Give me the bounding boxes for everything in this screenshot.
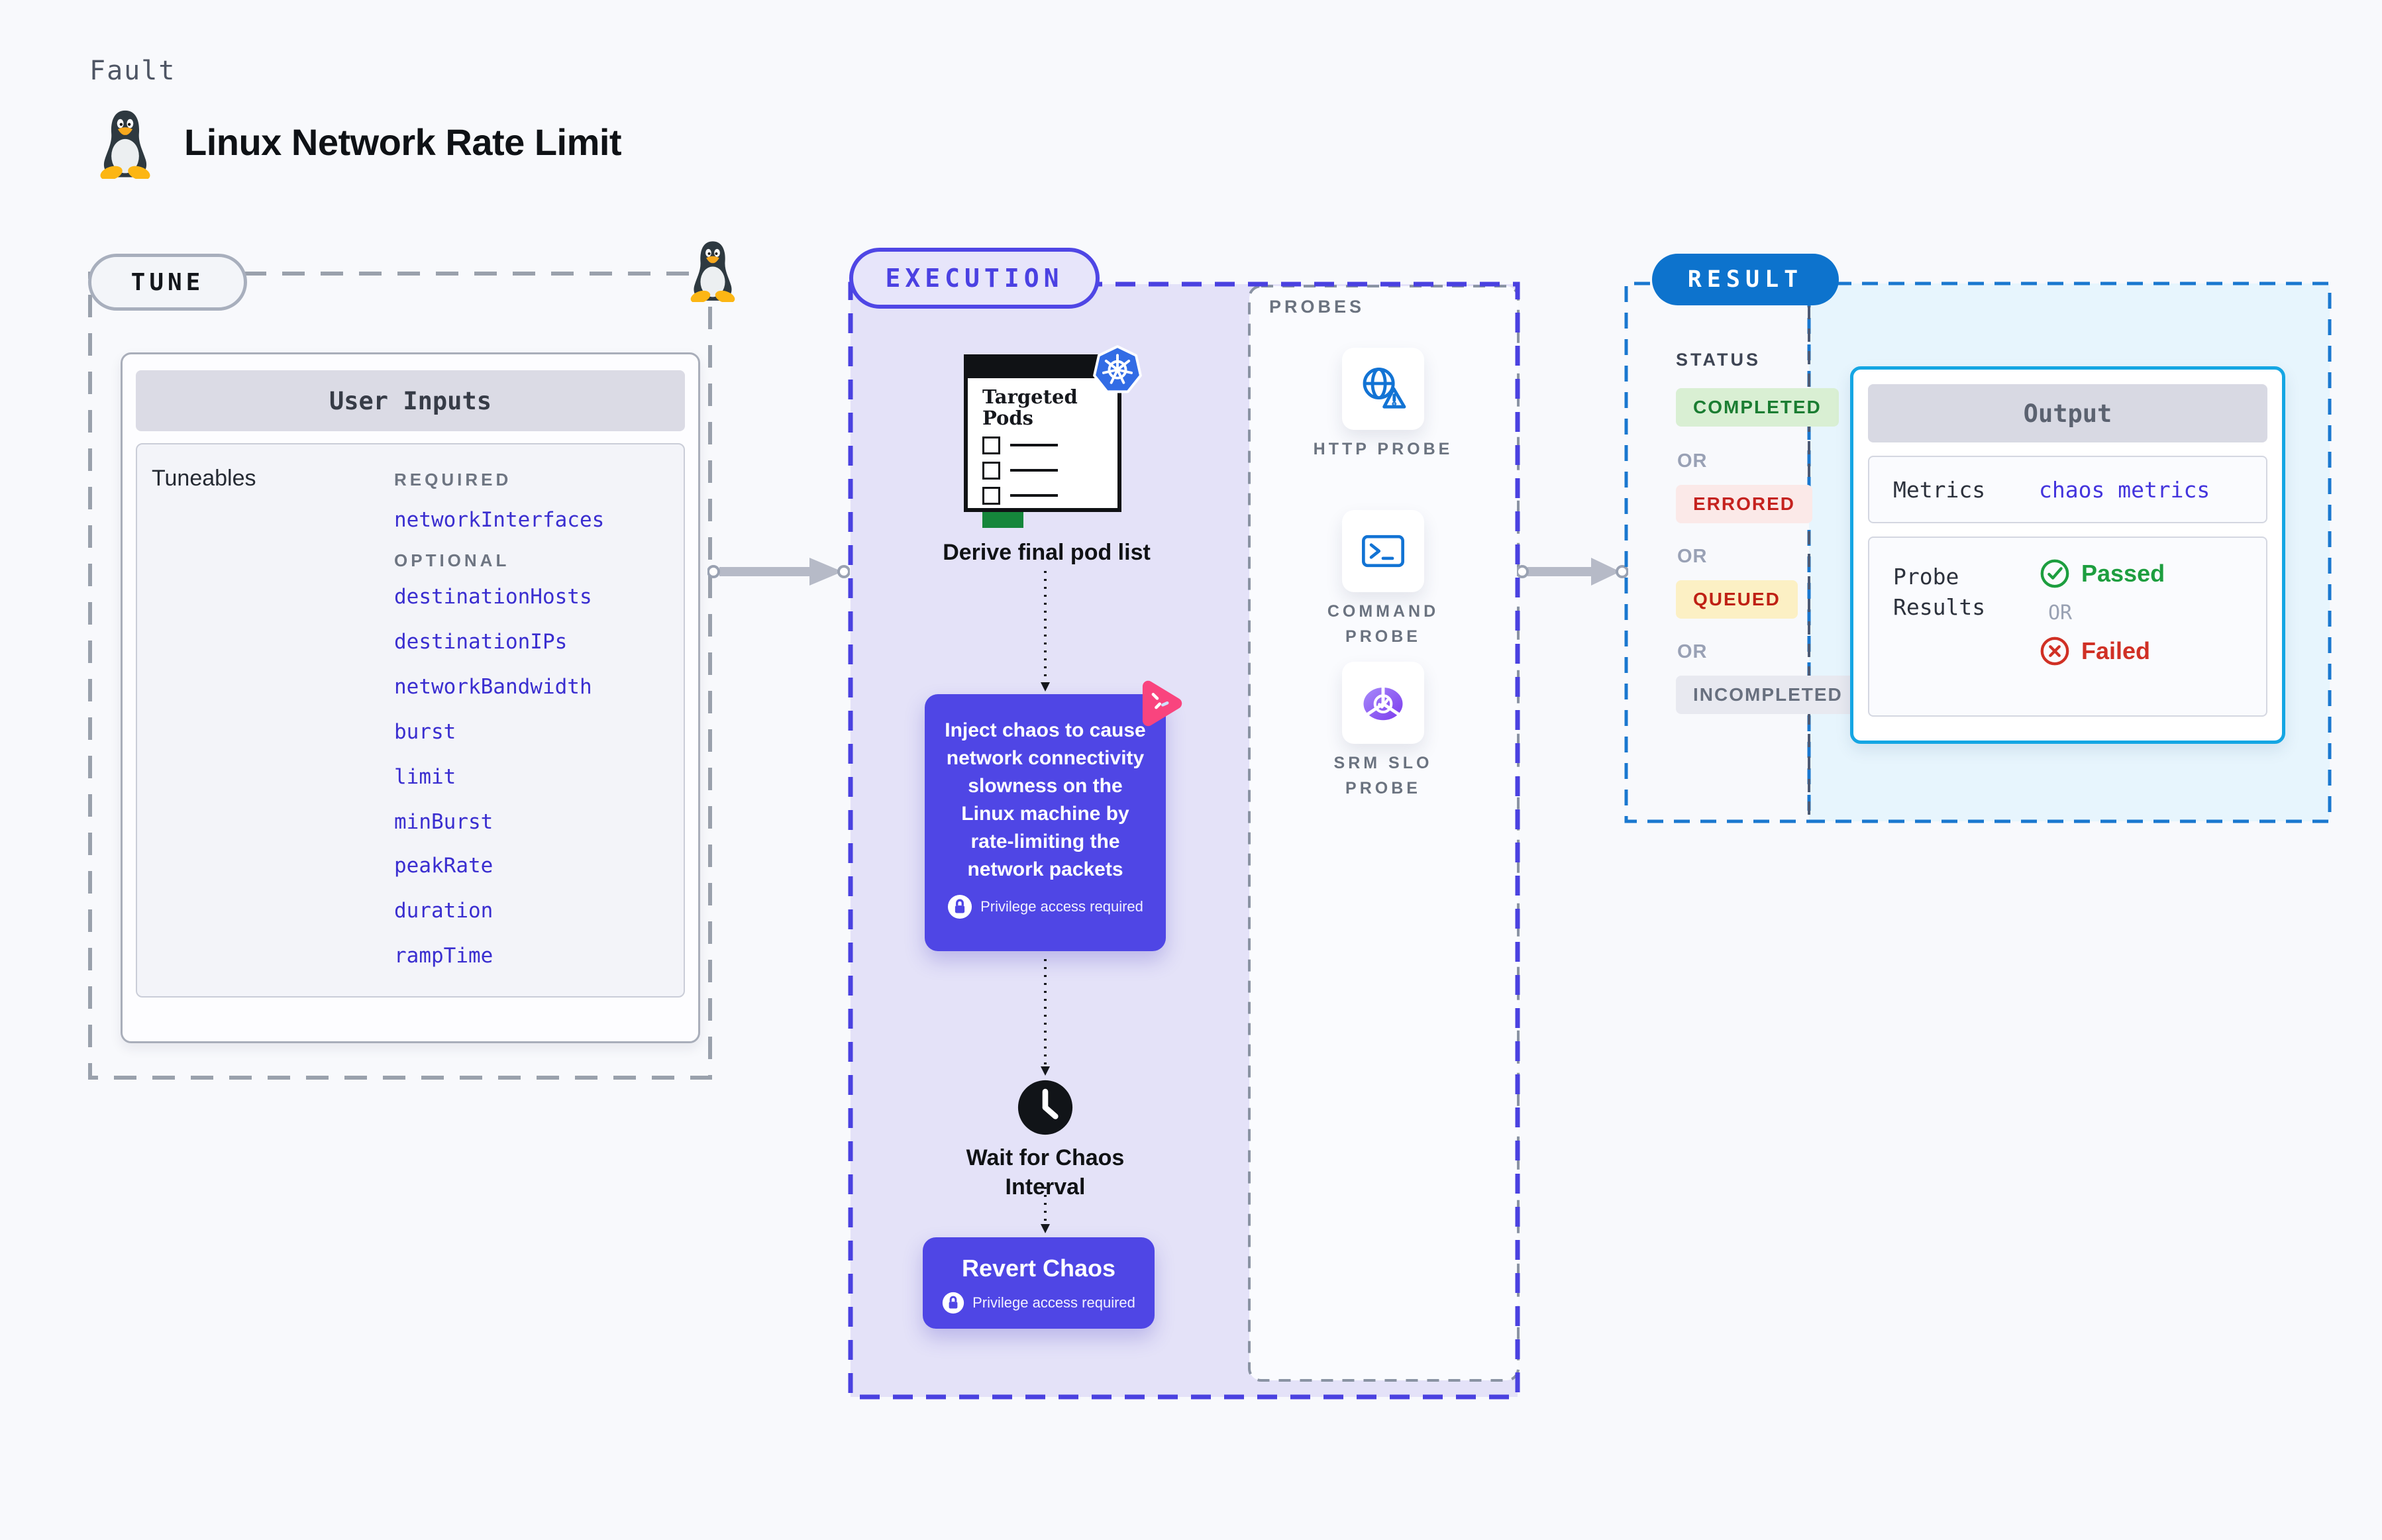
checkbox-icon[interactable] <box>982 461 1000 480</box>
list-line <box>1010 444 1058 447</box>
tuneable-link[interactable]: destinationHosts <box>394 585 592 609</box>
optional-heading: OPTIONAL <box>394 550 510 570</box>
tuneable-link[interactable]: duration <box>394 899 493 923</box>
status-badge-incompleted: INCOMPLETED <box>1676 676 1860 714</box>
fault-diagram-page: Fault Linux Network Rate Limit TUNE User… <box>0 0 2382 1540</box>
tuneables-label: Tuneables <box>152 466 256 491</box>
revert-chaos-title: Revert Chaos <box>961 1255 1116 1282</box>
passed-row: Passed <box>2039 558 2165 590</box>
clock-icon <box>1017 1079 1074 1136</box>
lock-icon <box>947 894 972 919</box>
tuneable-link[interactable]: networkBandwidth <box>394 675 592 699</box>
privilege-label: Privilege access required <box>980 898 1143 915</box>
or-label: OR <box>1677 450 1708 472</box>
status-heading: STATUS <box>1676 350 1761 370</box>
lock-icon <box>942 1292 964 1314</box>
flow-connector <box>1039 1174 1052 1235</box>
probe-results-row: Probe Results Passed OR Failed <box>1868 537 2267 717</box>
flow-connector <box>1039 959 1052 1077</box>
checkbox-icon[interactable] <box>982 436 1000 454</box>
output-card: Output Metrics chaos metrics Probe Resul… <box>1850 366 2285 744</box>
derive-pod-list-label: Derive final pod list <box>943 540 1151 565</box>
checkbox-icon[interactable] <box>982 486 1000 505</box>
x-circle-icon <box>2039 635 2071 667</box>
privilege-row: Privilege access required <box>923 1292 1155 1314</box>
chaos-faults-icon <box>1134 678 1184 729</box>
tuneable-link[interactable]: destinationIPs <box>394 630 567 654</box>
terminal-icon <box>1357 525 1409 577</box>
tuneable-link[interactable]: limit <box>394 765 456 789</box>
inject-chaos-step: Inject chaos to cause network connectivi… <box>925 680 1182 951</box>
user-inputs-card: User Inputs Tuneables REQUIRED networkIn… <box>121 352 700 1043</box>
tuneable-link[interactable]: peakRate <box>394 854 493 878</box>
tuneables-box: Tuneables REQUIRED networkInterfaces OPT… <box>136 443 685 998</box>
status-badge-errored: ERRORED <box>1676 485 1813 523</box>
fault-eyebrow: Fault <box>89 56 176 86</box>
confirm-button[interactable] <box>982 511 1023 528</box>
globe-warning-icon <box>1357 362 1410 415</box>
tuneable-link[interactable]: rampTime <box>394 944 493 968</box>
http-probe-card <box>1342 348 1424 430</box>
or-label: OR <box>1677 641 1708 662</box>
or-label: OR <box>2048 601 2073 625</box>
http-probe-label: HTTP PROBE <box>1313 440 1453 458</box>
or-label: OR <box>1677 546 1708 567</box>
command-probe-label: COMMAND PROBE <box>1327 602 1439 646</box>
required-heading: REQUIRED <box>394 470 512 489</box>
srm-slo-probe-card <box>1342 662 1424 744</box>
tuneable-link[interactable]: minBurst <box>394 810 493 834</box>
tux-penguin-icon <box>95 107 156 179</box>
slo-donut-icon <box>1356 676 1410 730</box>
flow-connector <box>1039 571 1052 693</box>
tuneable-link[interactable]: burst <box>394 720 456 744</box>
result-pill: RESULT <box>1652 254 1839 305</box>
status-badge-queued: QUEUED <box>1676 580 1798 619</box>
chaos-metrics-link[interactable]: chaos metrics <box>2039 477 2210 503</box>
arrow-execution-to-result <box>1517 555 1628 588</box>
failed-row: Failed <box>2039 635 2165 667</box>
privilege-row: Privilege access required <box>925 894 1166 919</box>
inject-chaos-text: Inject chaos to cause network connectivi… <box>945 719 1146 880</box>
targeted-pods-title: Targeted Pods <box>982 385 1078 430</box>
failed-label: Failed <box>2081 637 2151 664</box>
pod-list-item <box>982 436 1117 454</box>
pod-list-item <box>982 461 1117 480</box>
output-title: Output <box>1868 384 2267 442</box>
tune-pill: TUNE <box>88 254 247 311</box>
command-probe-card <box>1342 510 1424 592</box>
execution-pill: EXECUTION <box>849 248 1100 309</box>
passed-label: Passed <box>2081 560 2165 587</box>
metrics-label: Metrics <box>1893 476 1986 503</box>
probe-results-label: Probe Results <box>1893 564 1986 621</box>
pod-list-item <box>982 486 1117 505</box>
tuneable-link[interactable]: networkInterfaces <box>394 508 604 532</box>
user-inputs-title: User Inputs <box>136 370 685 431</box>
tux-penguin-small-icon <box>686 238 739 302</box>
metrics-row: Metrics chaos metrics <box>1868 456 2267 523</box>
srm-slo-probe-label: SRM SLO PROBE <box>1333 754 1433 797</box>
status-badge-completed: COMPLETED <box>1676 388 1839 427</box>
privilege-label: Privilege access required <box>972 1294 1135 1311</box>
page-title: Linux Network Rate Limit <box>184 121 622 163</box>
revert-chaos-step: Revert Chaos Privilege access required <box>923 1237 1155 1329</box>
arrow-tune-to-execution <box>707 555 850 588</box>
check-circle-icon <box>2039 558 2071 590</box>
probes-heading: PROBES <box>1269 297 1365 317</box>
list-line <box>1010 469 1058 472</box>
list-line <box>1010 494 1058 497</box>
kubernetes-icon <box>1092 344 1143 396</box>
